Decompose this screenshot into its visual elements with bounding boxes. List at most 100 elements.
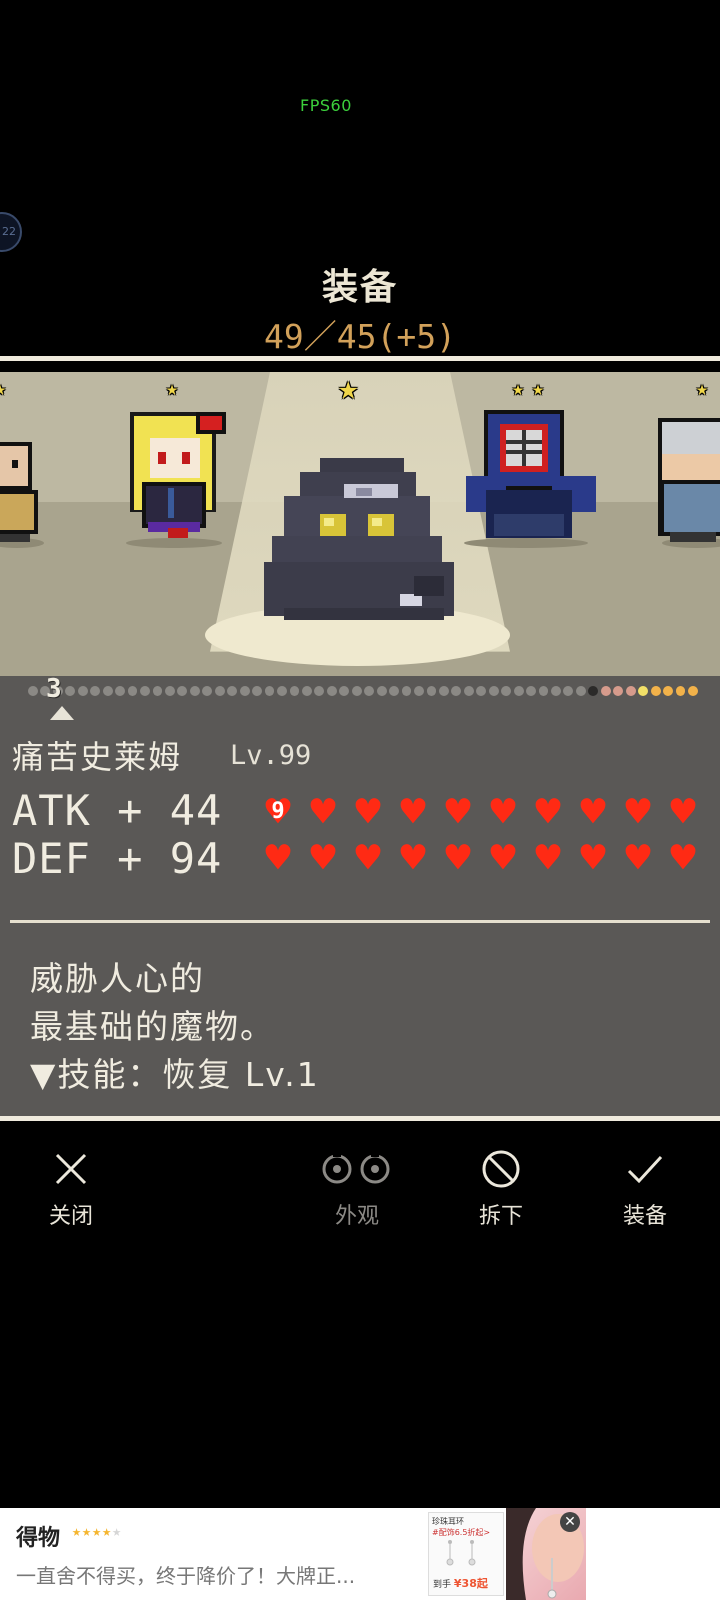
page-dot[interactable] <box>140 686 150 696</box>
page-dot[interactable] <box>563 686 574 696</box>
page-dot[interactable] <box>513 686 524 696</box>
page-dot[interactable] <box>364 686 375 696</box>
page-dot[interactable] <box>426 686 437 696</box>
ad-card-price: 到手 ¥38起 <box>433 1577 488 1590</box>
close-button[interactable]: 关闭 <box>16 1148 126 1230</box>
page-dot[interactable] <box>202 686 213 696</box>
roster-character-kendo-armor[interactable] <box>466 406 596 548</box>
page-dot[interactable] <box>538 686 549 696</box>
page-dot[interactable] <box>239 686 250 696</box>
selected-character-dark-slime[interactable] <box>264 458 454 628</box>
ad-card-tag: #配饰6.5折起> <box>432 1528 491 1537</box>
page-dot[interactable] <box>264 686 275 696</box>
page-dot[interactable] <box>77 686 88 696</box>
page-dot[interactable] <box>301 686 312 696</box>
heart-icon: ♥ <box>580 787 606 836</box>
page-dot[interactable] <box>488 686 499 696</box>
page-indicator-arrow-icon <box>50 706 74 720</box>
heart-icon: ♥ <box>445 833 471 882</box>
page-dot[interactable] <box>252 686 263 696</box>
rating-star-icon: ★ <box>82 1522 93 1540</box>
def-hearts: ♥ ♥ ♥ ♥ ♥ ♥ ♥ ♥ ♥ ♥ <box>256 833 705 882</box>
page-dot[interactable] <box>663 686 673 696</box>
heart-badge: 9 <box>271 799 285 824</box>
heart-icon: ♥ <box>535 833 561 882</box>
skill-line[interactable]: ▼技能：恢复 Lv.1 <box>30 1048 320 1096</box>
heart-icon: ♥ <box>535 787 561 836</box>
page-dot[interactable] <box>600 686 611 696</box>
page-dot[interactable] <box>115 686 126 696</box>
page-dot[interactable] <box>164 686 175 696</box>
roster-character-right-edge[interactable] <box>654 418 720 548</box>
page-dot[interactable] <box>688 686 698 696</box>
page-dot[interactable] <box>414 686 424 696</box>
heart-icon: ♥ <box>625 787 651 836</box>
appearance-icon <box>322 1153 390 1184</box>
page-dot[interactable] <box>389 686 399 696</box>
page-indicator[interactable] <box>28 684 698 698</box>
page-dot[interactable] <box>650 686 661 696</box>
page-dot[interactable] <box>177 686 188 696</box>
ad-card-title: 珍珠耳环 <box>432 1517 464 1526</box>
ad-banner[interactable]: 得物 ★★★★★ 一直舍不得买，终于降价了！大牌正... 珍珠耳环 #配饰6.5… <box>0 1508 720 1600</box>
earring-icon <box>446 1540 476 1566</box>
rating-star-icon: ★ <box>102 1522 113 1540</box>
page-dot[interactable] <box>152 686 163 696</box>
page-dot[interactable] <box>127 686 138 696</box>
equip-button[interactable]: 装备 <box>590 1148 700 1230</box>
atk-stat: ATK + 44 <box>12 786 223 835</box>
description-line: 威胁人心的 <box>30 959 205 998</box>
appearance-label: 外观 <box>334 1204 379 1229</box>
heart-icon: ♥ <box>400 833 426 882</box>
heart-icon: ♥ <box>400 787 426 836</box>
rating-star-icon: ★ <box>72 1522 83 1540</box>
page-dot[interactable] <box>401 686 412 696</box>
character-level: Lv.99 <box>230 740 312 771</box>
page-dot[interactable] <box>102 686 113 696</box>
screen-title: 装备 <box>321 267 398 308</box>
roster-character-blonde-girl[interactable] <box>124 408 240 548</box>
panel-bottom-border <box>0 1116 720 1121</box>
appearance-button[interactable]: 外观 <box>302 1148 412 1230</box>
ad-text: 一直舍不得买，终于降价了！大牌正... <box>16 1564 356 1588</box>
page-dot[interactable] <box>227 686 238 696</box>
page-dot[interactable] <box>189 686 200 696</box>
page-dot[interactable] <box>463 686 474 696</box>
page-dot[interactable] <box>314 686 325 696</box>
page-dot[interactable] <box>90 686 101 696</box>
heart-icon: ♥ <box>490 787 516 836</box>
page-dot[interactable] <box>638 686 649 696</box>
page-dot[interactable] <box>526 686 536 696</box>
heart-icon: ♥ <box>310 833 336 882</box>
page-dot[interactable] <box>376 686 387 696</box>
page-dot[interactable] <box>289 686 300 696</box>
page-dot[interactable] <box>613 686 624 696</box>
unequip-button[interactable]: 拆下 <box>446 1148 556 1230</box>
character-stage[interactable]: ★ ★ ★ ★ ★ ★ <box>0 372 720 676</box>
page-dot[interactable] <box>438 686 449 696</box>
prohibit-icon <box>482 1150 520 1188</box>
def-stat: DEF + 94 <box>12 834 223 883</box>
page-dot[interactable] <box>675 686 686 696</box>
page-dot[interactable] <box>451 686 462 696</box>
page-dot[interactable] <box>501 686 512 696</box>
page-dot[interactable] <box>339 686 350 696</box>
page-dot[interactable] <box>575 686 586 696</box>
fps-counter: FPS60 <box>300 96 352 115</box>
page-dot[interactable] <box>214 686 225 696</box>
page-dot[interactable] <box>28 686 38 696</box>
page-dot[interactable] <box>277 686 287 696</box>
page-dot[interactable] <box>65 686 76 696</box>
floating-assistant-bubble[interactable]: 22 <box>0 212 22 252</box>
description-line: 最基础的魔物。 <box>30 1007 275 1046</box>
atk-hearts: ♥ 9 ♥ ♥ ♥ ♥ ♥ ♥ ♥ ♥ ♥ <box>256 787 705 836</box>
ad-close-icon[interactable]: ✕ <box>560 1512 580 1532</box>
ad-product-card[interactable]: 珍珠耳环 #配饰6.5折起> 到手 ¥38起 <box>428 1512 504 1596</box>
page-dot[interactable] <box>588 686 599 696</box>
page-dot[interactable] <box>625 686 636 696</box>
page-dot[interactable] <box>476 686 487 696</box>
page-dot[interactable] <box>351 686 362 696</box>
page-dot[interactable] <box>326 686 337 696</box>
page-dot[interactable] <box>551 686 561 696</box>
roster-character-left-edge[interactable] <box>0 436 46 548</box>
